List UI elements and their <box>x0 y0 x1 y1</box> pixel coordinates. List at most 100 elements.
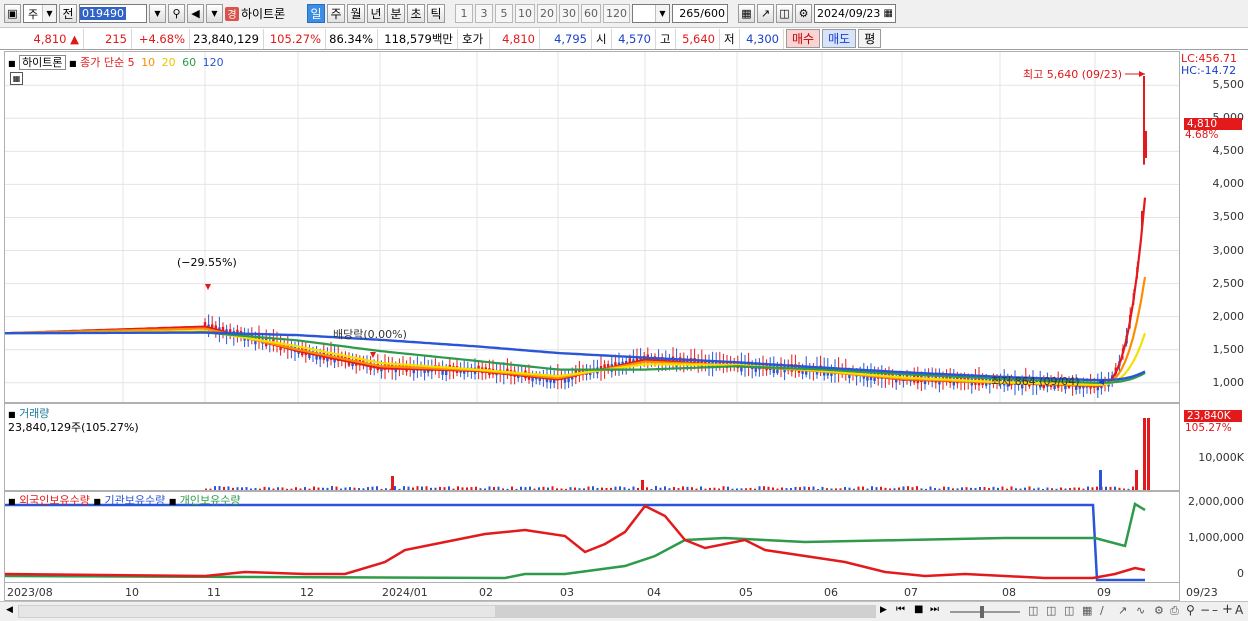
date-axis[interactable]: 2023/08 10 11 12 2024/01 02 03 04 05 06 07 08 09 <box>4 583 1180 601</box>
volume-bar <box>655 486 657 490</box>
prev-button[interactable]: 전 <box>59 4 77 23</box>
interval-3[interactable]: 3 <box>475 4 493 23</box>
chart-scrollbar[interactable]: ◀ ▶ ⏮ ■ ⏭ ◫ ◫ ◫ ▦ ∕ ↗ ∿ ⚙ ⎙ ⚲ − – + A <box>0 601 1248 621</box>
interval-20[interactable]: 20 <box>537 4 557 23</box>
volume-bar <box>596 487 599 490</box>
interval-1[interactable]: 1 <box>455 4 473 23</box>
legend-individual[interactable]: 개인보유수량 <box>180 494 241 507</box>
scroll-right-icon[interactable]: ▶ <box>880 605 887 615</box>
volume-bar <box>425 486 428 490</box>
period-month[interactable]: 월 <box>347 4 365 23</box>
count-input[interactable]: 265/600 <box>672 4 728 23</box>
holder-chart-pane[interactable]: ■ 외국인보유수량 ■ 기관보유수량 ■ 개인보유수량 <box>4 491 1180 583</box>
volume-bar <box>439 486 441 490</box>
volume-axis[interactable]: 23,840K 105.27% 10,000K <box>1180 403 1248 491</box>
chevron-down-icon[interactable]: ▼ <box>206 4 223 23</box>
period-minute[interactable]: 분 <box>387 4 405 23</box>
legend-foreign[interactable]: 외국인보유수량 <box>19 494 90 507</box>
jump-last-icon[interactable]: ⏭ <box>930 604 939 615</box>
layout-icon[interactable]: ◫ <box>1028 604 1038 617</box>
save-icon[interactable]: ◫ <box>776 4 793 23</box>
date-input[interactable]: 2024/09/23 ▦ <box>814 4 896 23</box>
draw-tool-icon[interactable]: ↗ <box>757 4 774 23</box>
interval-30[interactable]: 30 <box>559 4 579 23</box>
volume-bar <box>470 487 473 490</box>
price-chart-pane[interactable]: ■ 하이트론 ■ 종가 단순 5 10 20 60 120 ▦ 최고 5,640… <box>4 51 1180 403</box>
count-total: /600 <box>700 7 725 20</box>
zoom-slider-handle[interactable] <box>980 606 984 618</box>
buy-button[interactable]: 매수 <box>786 29 821 48</box>
scroll-track[interactable] <box>18 605 876 618</box>
period-day[interactable]: 일 <box>307 4 325 23</box>
scroll-thumb[interactable] <box>495 606 875 617</box>
volume-bar <box>1033 488 1035 490</box>
volume-bar <box>601 487 603 490</box>
overlay-icon[interactable]: ◫ <box>1064 604 1074 617</box>
chevron-down-icon[interactable]: ▼ <box>149 4 166 23</box>
zoom-icon[interactable]: ⚲ <box>1186 603 1195 617</box>
scroll-left-icon[interactable]: ◀ <box>6 605 13 615</box>
layout-split-icon[interactable]: ◫ <box>1046 604 1056 617</box>
date-tick: 09 <box>1097 586 1111 599</box>
period-year[interactable]: 년 <box>367 4 385 23</box>
compare-icon[interactable]: ▦ <box>1082 604 1092 617</box>
volume-bar <box>533 488 536 490</box>
price-tick: 3,000 <box>1212 243 1245 257</box>
interval-120[interactable]: 120 <box>603 4 630 23</box>
period-second[interactable]: 초 <box>407 4 425 23</box>
count-value: 265 <box>679 7 701 20</box>
jump-first-icon[interactable]: ⏮ <box>896 604 905 615</box>
holder-tick-2m: 2,000,000 <box>1188 495 1244 508</box>
holder-axis[interactable]: 2,000,000 1,000,000 0 <box>1180 491 1248 583</box>
speaker-icon[interactable]: ◀ <box>187 4 204 23</box>
legend-ma-label[interactable]: 종가 단순 <box>80 56 124 69</box>
window-menu-icon[interactable]: ▣ <box>4 4 21 23</box>
sell-button[interactable]: 매도 <box>822 29 857 48</box>
volume-bar <box>1118 487 1121 490</box>
indicator-list-icon[interactable]: ▦ <box>10 72 23 85</box>
minus-icon[interactable]: – <box>1212 603 1218 617</box>
market-select[interactable]: 주 ▼ <box>23 4 57 23</box>
zoom-slider[interactable] <box>950 606 1020 618</box>
volume-bar <box>709 487 711 490</box>
price-axis[interactable]: LC:456.71 HC:-14.72 5,5005,0004,5004,000… <box>1180 51 1248 403</box>
candle-type-icon[interactable]: ▦ <box>738 4 755 23</box>
date-tick: 07 <box>904 586 918 599</box>
zoom-out-icon[interactable]: − <box>1200 603 1210 617</box>
volume-chart-pane[interactable]: ■ 거래량 23,840,129주(105.27%) <box>4 403 1180 491</box>
stop-icon[interactable]: ■ <box>914 604 923 615</box>
code-input[interactable]: 019490 <box>79 4 147 23</box>
font-size-icon[interactable]: A <box>1235 603 1243 617</box>
zoom-in-icon[interactable]: + <box>1222 602 1233 617</box>
pattern-tool-icon[interactable]: ∿ <box>1136 604 1145 617</box>
interval-60[interactable]: 60 <box>581 4 601 23</box>
volume-bar <box>335 486 338 490</box>
volume-bar <box>1024 487 1026 490</box>
volume-bar <box>790 488 792 490</box>
volume-bar <box>781 487 783 490</box>
volume-bar <box>286 488 288 490</box>
print-icon[interactable]: ⎙ <box>1170 604 1179 618</box>
volume-bar <box>466 487 468 490</box>
legend-institution[interactable]: 기관보유수량 <box>104 494 165 507</box>
period-week[interactable]: 주 <box>327 4 345 23</box>
volume-bar <box>353 487 356 490</box>
holder-legend: ■ 외국인보유수량 ■ 기관보유수량 ■ 개인보유수량 <box>8 492 241 508</box>
interval-10[interactable]: 10 <box>515 4 535 23</box>
search-icon[interactable]: ⚲ <box>168 4 185 23</box>
volume-bar <box>754 488 756 490</box>
volume-bar <box>452 488 455 490</box>
interval-custom-select[interactable]: ▼ <box>632 4 670 23</box>
period-tick[interactable]: 틱 <box>427 4 445 23</box>
line-tool-icon[interactable]: ∕ <box>1100 604 1104 617</box>
price-tick: 3,500 <box>1212 210 1245 224</box>
settings-tool-icon[interactable]: ⚙ <box>1154 604 1164 617</box>
legend-stock-name[interactable]: 하이트론 <box>19 55 66 70</box>
gear-icon[interactable]: ⚙ <box>795 4 812 23</box>
interval-5[interactable]: 5 <box>495 4 513 23</box>
volume-bar <box>992 486 995 490</box>
evaluate-button[interactable]: 평 <box>858 29 882 48</box>
volume-bar <box>668 488 671 490</box>
trend-tool-icon[interactable]: ↗ <box>1118 604 1127 617</box>
calendar-icon[interactable]: ▦ <box>884 8 895 19</box>
